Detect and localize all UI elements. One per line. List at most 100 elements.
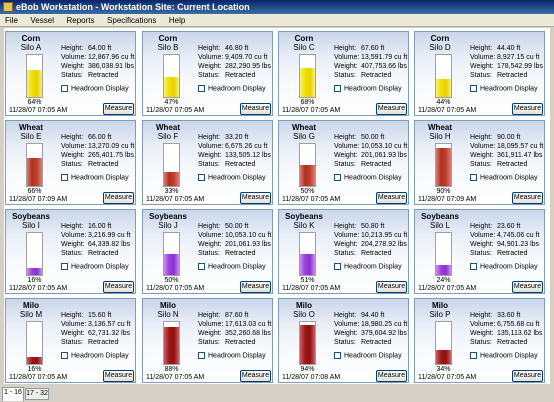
fill-percent: 33%	[164, 188, 179, 195]
measure-button[interactable]: Measure	[240, 192, 271, 204]
measure-button[interactable]: Measure	[512, 370, 543, 382]
volume-label: Volume:	[470, 321, 496, 328]
status-label: Status:	[198, 161, 220, 168]
silo-tile-silo-i: Soybeans Silo I 16% Height: Volume: Weight: St…	[5, 209, 136, 294]
height-value: 67.60 ft	[361, 45, 385, 52]
measure-button[interactable]: Measure	[376, 103, 407, 115]
headroom-display-checkbox[interactable]: Headroom Display	[61, 85, 129, 92]
silo-name: Silo J	[158, 221, 178, 230]
menu-reports[interactable]: Reports	[62, 14, 100, 27]
headroom-display-checkbox[interactable]: Headroom Display	[61, 352, 129, 359]
headroom-display-checkbox[interactable]: Headroom Display	[61, 174, 129, 181]
headroom-label: Headroom Display	[208, 352, 266, 360]
volume-label: Volume:	[61, 232, 87, 239]
headroom-display-checkbox[interactable]: Headroom Display	[470, 85, 538, 92]
tab-17-32[interactable]: 17 - 32	[25, 388, 49, 400]
measure-button[interactable]: Measure	[240, 370, 271, 382]
height-value: 90.00 ft	[497, 134, 521, 141]
crop-label: Milo	[23, 301, 39, 310]
checkbox-box[interactable]	[334, 174, 341, 181]
measure-button[interactable]: Measure	[512, 281, 543, 293]
menu-file[interactable]: File	[0, 14, 23, 27]
checkbox-box[interactable]	[470, 352, 477, 359]
timestamp: 11/28/07 07:05 AM	[9, 107, 68, 114]
headroom-display-checkbox[interactable]: Headroom Display	[334, 352, 402, 359]
silo-name: Silo F	[157, 132, 179, 141]
silo-tile-silo-n: Milo Silo N 88% Height: Volume: Weight: Status…	[142, 298, 273, 383]
checkbox-box[interactable]	[198, 174, 205, 181]
headroom-display-checkbox[interactable]: Headroom Display	[470, 263, 538, 270]
checkbox-box[interactable]	[198, 352, 205, 359]
volume-label: Volume:	[470, 232, 496, 239]
height-label: Height:	[470, 223, 493, 230]
checkbox-box[interactable]	[334, 263, 341, 270]
height-label: Height:	[198, 134, 221, 141]
volume-label: Volume:	[470, 54, 496, 61]
menu-specifications[interactable]: Specifications	[102, 14, 161, 27]
crop-label: Soybeans	[285, 212, 323, 221]
checkbox-box[interactable]	[61, 263, 68, 270]
menu-help[interactable]: Help	[164, 14, 190, 27]
silo-tile-silo-d: Corn Silo D 44% Height: Volume: Weight: Status…	[414, 31, 545, 116]
volume-value: 13,270.09 cu ft	[88, 143, 135, 150]
checkbox-box[interactable]	[61, 85, 68, 92]
checkbox-box[interactable]	[470, 263, 477, 270]
headroom-display-checkbox[interactable]: Headroom Display	[198, 85, 266, 92]
menu-vessel[interactable]: Vessel	[25, 14, 59, 27]
measure-button[interactable]: Measure	[103, 370, 134, 382]
silo-fill-level	[300, 165, 315, 186]
measure-button[interactable]: Measure	[376, 192, 407, 204]
headroom-display-checkbox[interactable]: Headroom Display	[198, 263, 266, 270]
timestamp: 11/28/07 07:05 AM	[418, 107, 477, 114]
checkbox-box[interactable]	[470, 85, 477, 92]
checkbox-box[interactable]	[198, 263, 205, 270]
status-label: Status:	[334, 250, 356, 257]
measure-button[interactable]: Measure	[103, 192, 134, 204]
silo-level-gauge	[299, 143, 316, 187]
measure-button[interactable]: Measure	[512, 103, 543, 115]
status-value: Retracted	[361, 161, 392, 168]
measure-button[interactable]: Measure	[240, 103, 271, 115]
field-values: 46.80 ft 9,409.70 cu ft 282,290.95 lbs Retr…	[225, 44, 271, 80]
height-label: Height:	[198, 45, 221, 52]
silo-level-gauge	[163, 143, 180, 187]
headroom-display-checkbox[interactable]: Headroom Display	[470, 352, 538, 359]
silo-tile-silo-o: Milo Silo O 94% Height: Volume: Weight: Status…	[278, 298, 409, 383]
measure-button[interactable]: Measure	[240, 281, 271, 293]
checkbox-box[interactable]	[334, 352, 341, 359]
weight-label: Weight:	[470, 241, 494, 248]
headroom-display-checkbox[interactable]: Headroom Display	[334, 85, 402, 92]
weight-label: Weight:	[61, 63, 85, 70]
status-value: Retracted	[497, 339, 528, 346]
volume-value: 10,213.95 cu ft	[361, 232, 408, 239]
checkbox-box[interactable]	[470, 174, 477, 181]
measure-button[interactable]: Measure	[103, 281, 134, 293]
checkbox-box[interactable]	[334, 85, 341, 92]
fill-percent: 94%	[300, 366, 315, 373]
checkbox-box[interactable]	[61, 174, 68, 181]
headroom-display-checkbox[interactable]: Headroom Display	[198, 352, 266, 359]
headroom-display-checkbox[interactable]: Headroom Display	[470, 174, 538, 181]
height-label: Height:	[198, 312, 221, 319]
checkbox-box[interactable]	[198, 85, 205, 92]
headroom-display-checkbox[interactable]: Headroom Display	[334, 263, 402, 270]
silo-name: Silo K	[293, 221, 315, 230]
silo-fill-level	[300, 324, 315, 364]
headroom-label: Headroom Display	[480, 174, 538, 182]
measure-button[interactable]: Measure	[103, 103, 134, 115]
measure-button[interactable]: Measure	[512, 192, 543, 204]
measure-button[interactable]: Measure	[376, 281, 407, 293]
timestamp: 11/28/07 07:05 AM	[146, 196, 205, 203]
height-value: 44.40 ft	[497, 45, 521, 52]
measure-button[interactable]: Measure	[376, 370, 407, 382]
field-labels: Height: Volume: Weight: Status:	[470, 133, 495, 169]
headroom-display-checkbox[interactable]: Headroom Display	[198, 174, 266, 181]
headroom-label: Headroom Display	[208, 174, 266, 182]
weight-label: Weight:	[61, 152, 85, 159]
field-values: 87.60 ft 17,613.03 cu ft 352,260.68 lbs Ret…	[225, 311, 271, 347]
volume-value: 10,053.10 cu ft	[225, 232, 272, 239]
headroom-display-checkbox[interactable]: Headroom Display	[61, 263, 129, 270]
checkbox-box[interactable]	[61, 352, 68, 359]
headroom-display-checkbox[interactable]: Headroom Display	[334, 174, 402, 181]
tab-1-16[interactable]: 1 - 16	[2, 387, 24, 401]
